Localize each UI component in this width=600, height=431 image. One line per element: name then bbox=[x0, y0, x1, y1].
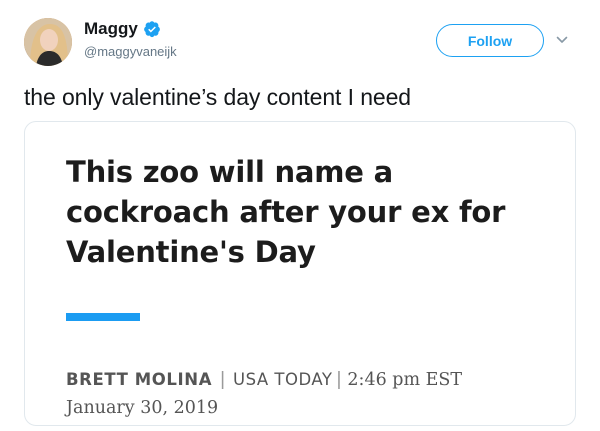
card-publisher: USA TODAY bbox=[233, 370, 333, 389]
avatar[interactable] bbox=[24, 18, 72, 66]
user-name[interactable]: Maggy bbox=[84, 19, 161, 39]
tweet-text: the only valentine’s day content I need bbox=[24, 84, 411, 110]
byline-separator: | bbox=[336, 369, 342, 390]
link-card[interactable]: This zoo will name a cockroach after you… bbox=[24, 121, 576, 426]
avatar-image bbox=[24, 18, 72, 66]
card-author: BRETT MOLINA bbox=[66, 370, 213, 389]
user-handle[interactable]: @maggyvaneijk bbox=[84, 44, 177, 59]
card-date: January 30, 2019 bbox=[66, 398, 219, 418]
verified-badge-icon bbox=[143, 21, 160, 38]
tweet: Maggy @maggyvaneijk Follow the only vale… bbox=[0, 0, 600, 431]
card-time: 2:46 pm EST bbox=[347, 370, 463, 390]
chevron-down-icon[interactable] bbox=[556, 35, 568, 45]
user-display-name[interactable]: Maggy bbox=[84, 19, 138, 39]
card-byline: BRETT MOLINA | USA TODAY | 2:46 pm EST bbox=[66, 369, 462, 391]
follow-button[interactable]: Follow bbox=[436, 24, 544, 57]
card-accent-bar bbox=[66, 313, 140, 321]
byline-separator: | bbox=[220, 369, 226, 390]
card-headline[interactable]: This zoo will name a cockroach after you… bbox=[66, 152, 526, 272]
